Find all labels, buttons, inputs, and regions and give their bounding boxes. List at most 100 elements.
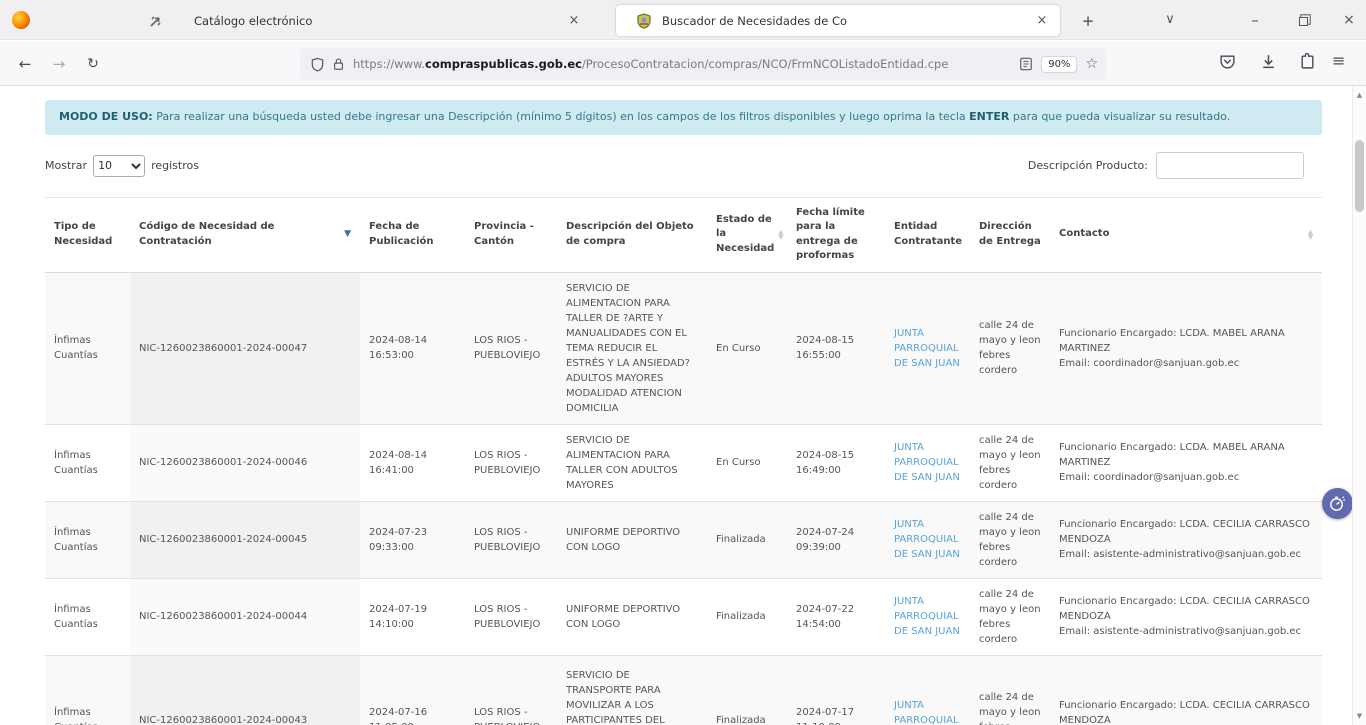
buscador-favicon-icon — [636, 13, 652, 29]
page-length-control: Mostrar 10 registros — [45, 155, 199, 177]
stopwatch-icon — [1328, 494, 1347, 513]
entidad-link[interactable]: JUNTA PARROQUIAL DE SAN JUAN — [894, 519, 960, 560]
cell-descripcion: UNIFORME DEPORTIVO CON LOGO — [557, 501, 707, 578]
header-codigo-necesidad[interactable]: Código de Necesidad de Contratación ▼ — [130, 197, 360, 272]
cell-tipo: Ínfimas Cuantías — [45, 424, 130, 501]
cell-estado: Finalizada — [707, 655, 787, 725]
firefox-logo-icon[interactable] — [12, 11, 30, 29]
catalogo-favicon-icon — [148, 13, 164, 29]
cell-codigo: NIC-1260023860001-2024-00046 — [130, 424, 360, 501]
cell-contacto: Funcionario Encargado: LCDA. MABEL ARANA… — [1050, 424, 1322, 501]
minimize-button[interactable]: – — [1240, 8, 1270, 32]
cell-entidad: JUNTA PARROQUIAL DE SAN JUAN — [885, 424, 970, 501]
cell-provincia: LOS RIOS - PUEBLOVIEJO — [465, 578, 557, 655]
cell-estado: Finalizada — [707, 578, 787, 655]
vertical-scrollbar[interactable]: ▲ ▼ — [1352, 86, 1366, 725]
header-entidad-contratante[interactable]: Entidad Contratante — [885, 197, 970, 272]
list-all-tabs-chevron-icon[interactable]: ∨ — [1155, 8, 1185, 32]
scrollbar-thumb[interactable] — [1355, 140, 1364, 212]
zoom-level-badge[interactable]: 90% — [1041, 56, 1077, 73]
header-tipo-necesidad[interactable]: Tipo de Necesidad — [45, 197, 130, 272]
cell-fecha-limite: 2024-07-22 14:54:00 — [787, 578, 885, 655]
shield-icon[interactable] — [310, 57, 325, 72]
header-fecha-limite[interactable]: Fecha límite para la entrega de proforma… — [787, 197, 885, 272]
table-row: Ínfimas Cuantías NIC-1260023860001-2024-… — [45, 272, 1322, 424]
tab-title: Catálogo electrónico — [194, 14, 566, 28]
header-provincia-canton[interactable]: Provincia - Cantón — [465, 197, 557, 272]
cell-descripcion: SERVICIO DE ALIMENTACION PARA TALLER CON… — [557, 424, 707, 501]
header-contacto[interactable]: Contacto ▲▼ — [1050, 197, 1322, 272]
cell-tipo: Ínfimas Cuantías — [45, 655, 130, 725]
hamburger-menu-icon[interactable]: ≡ — [1332, 51, 1345, 70]
scrollbar-up-arrow-icon[interactable]: ▲ — [1353, 88, 1366, 102]
sort-both-icon: ▲▼ — [778, 230, 783, 240]
tab-title: Buscador de Necesidades de Co — [662, 14, 1034, 28]
cell-contacto: Funcionario Encargado: LCDA. MABEL ARANA… — [1050, 272, 1322, 424]
cell-estado: En Curso — [707, 424, 787, 501]
tab-buscador-necesidades[interactable]: Buscador de Necesidades de Co × — [616, 5, 1060, 36]
cell-descripcion: UNIFORME DEPORTIVO CON LOGO — [557, 578, 707, 655]
cell-tipo: Ínfimas Cuantías — [45, 578, 130, 655]
cell-tipo: Ínfimas Cuantías — [45, 501, 130, 578]
window-close-button[interactable]: × — [1334, 8, 1364, 32]
cell-fecha-publicacion: 2024-08-14 16:41:00 — [360, 424, 465, 501]
cell-fecha-publicacion: 2024-07-19 14:10:00 — [360, 578, 465, 655]
tab-close-icon[interactable]: × — [566, 13, 582, 28]
maximize-button[interactable] — [1288, 8, 1318, 32]
entidad-link[interactable]: JUNTA PARROQUIAL DE SAN JUAN — [894, 700, 960, 725]
product-filter-input[interactable] — [1156, 152, 1304, 179]
page-length-select[interactable]: 10 — [93, 155, 145, 177]
entidad-link[interactable]: JUNTA PARROQUIAL DE SAN JUAN — [894, 596, 960, 637]
banner-text-suffix: para que pueda visualizar su resultado. — [1009, 110, 1230, 123]
reader-mode-icon[interactable] — [1019, 57, 1033, 71]
reload-button[interactable]: ↻ — [80, 51, 106, 77]
forward-button[interactable]: → — [46, 51, 72, 77]
restore-icon — [1299, 17, 1308, 26]
product-filter-label: Descripción Producto: — [1028, 159, 1148, 172]
entidad-link[interactable]: JUNTA PARROQUIAL DE SAN JUAN — [894, 328, 960, 369]
tab-bar: Catálogo electrónico × Buscador de Neces… — [0, 0, 1366, 40]
table-controls: Mostrar 10 registros Descripción Product… — [45, 152, 1322, 180]
header-fecha-publicacion[interactable]: Fecha de Publicación — [360, 197, 465, 272]
pocket-icon[interactable] — [1219, 53, 1236, 70]
lock-icon[interactable] — [332, 57, 345, 71]
usage-notice-banner: MODO DE USO: Para realizar una búsqueda … — [45, 100, 1322, 135]
cell-fecha-limite: 2024-08-15 16:55:00 — [787, 272, 885, 424]
cell-direccion: calle 24 de mayo y leon febres cordero — [970, 424, 1050, 501]
banner-bold-prefix: MODO DE USO: — [59, 110, 153, 123]
table-row: Ínfimas Cuantías NIC-1260023860001-2024-… — [45, 578, 1322, 655]
extension-puzzle-icon[interactable] — [1299, 53, 1316, 70]
header-estado-necesidad[interactable]: Estado de la Necesidad ▲▼ — [707, 197, 787, 272]
cell-provincia: LOS RIOS - PUEBLOVIEJO — [465, 501, 557, 578]
scrollbar-down-arrow-icon[interactable]: ▼ — [1353, 709, 1366, 723]
header-descripcion-objeto[interactable]: Descripción del Objeto de compra — [557, 197, 707, 272]
table-row: Ínfimas Cuantías NIC-1260023860001-2024-… — [45, 501, 1322, 578]
bookmark-star-icon[interactable]: ☆ — [1085, 56, 1098, 72]
navigation-bar: ← → ↻ https://www.compraspublicas.gob.ec… — [0, 41, 1366, 86]
cell-entidad: JUNTA PARROQUIAL DE SAN JUAN — [885, 501, 970, 578]
back-button[interactable]: ← — [12, 51, 38, 77]
cell-codigo: NIC-1260023860001-2024-00044 — [130, 578, 360, 655]
url-bar[interactable]: https://www.compraspublicas.gob.ec/Proce… — [300, 48, 1106, 80]
sort-desc-icon: ▼ — [344, 228, 351, 241]
product-filter: Descripción Producto: — [1028, 152, 1304, 179]
cell-estado: En Curso — [707, 272, 787, 424]
tab-catalogo-electronico[interactable]: Catálogo electrónico × — [112, 5, 592, 36]
length-label-suffix: registros — [151, 159, 199, 172]
table-row: Ínfimas Cuantías NIC-1260023860001-2024-… — [45, 655, 1322, 725]
cell-estado: Finalizada — [707, 501, 787, 578]
cell-provincia: LOS RIOS - PUEBLOVIEJO — [465, 424, 557, 501]
entidad-link[interactable]: JUNTA PARROQUIAL DE SAN JUAN — [894, 442, 960, 483]
cell-descripcion: SERVICIO DE ALIMENTACION PARA TALLER DE … — [557, 272, 707, 424]
cell-direccion: calle 24 de mayo y leon febres cordero — [970, 272, 1050, 424]
download-icon[interactable] — [1260, 53, 1277, 70]
cell-codigo: NIC-1260023860001-2024-00045 — [130, 501, 360, 578]
cell-entidad: JUNTA PARROQUIAL DE SAN JUAN — [885, 272, 970, 424]
tab-close-icon[interactable]: × — [1034, 13, 1050, 28]
new-tab-button[interactable]: + — [1076, 9, 1100, 33]
timer-floating-button[interactable] — [1322, 488, 1353, 519]
banner-enter-key: ENTER — [969, 110, 1009, 123]
header-direccion-entrega[interactable]: Dirección de Entrega — [970, 197, 1050, 272]
cell-fecha-limite: 2024-07-17 11:10:00 — [787, 655, 885, 725]
cell-codigo: NIC-1260023860001-2024-00043 — [130, 655, 360, 725]
